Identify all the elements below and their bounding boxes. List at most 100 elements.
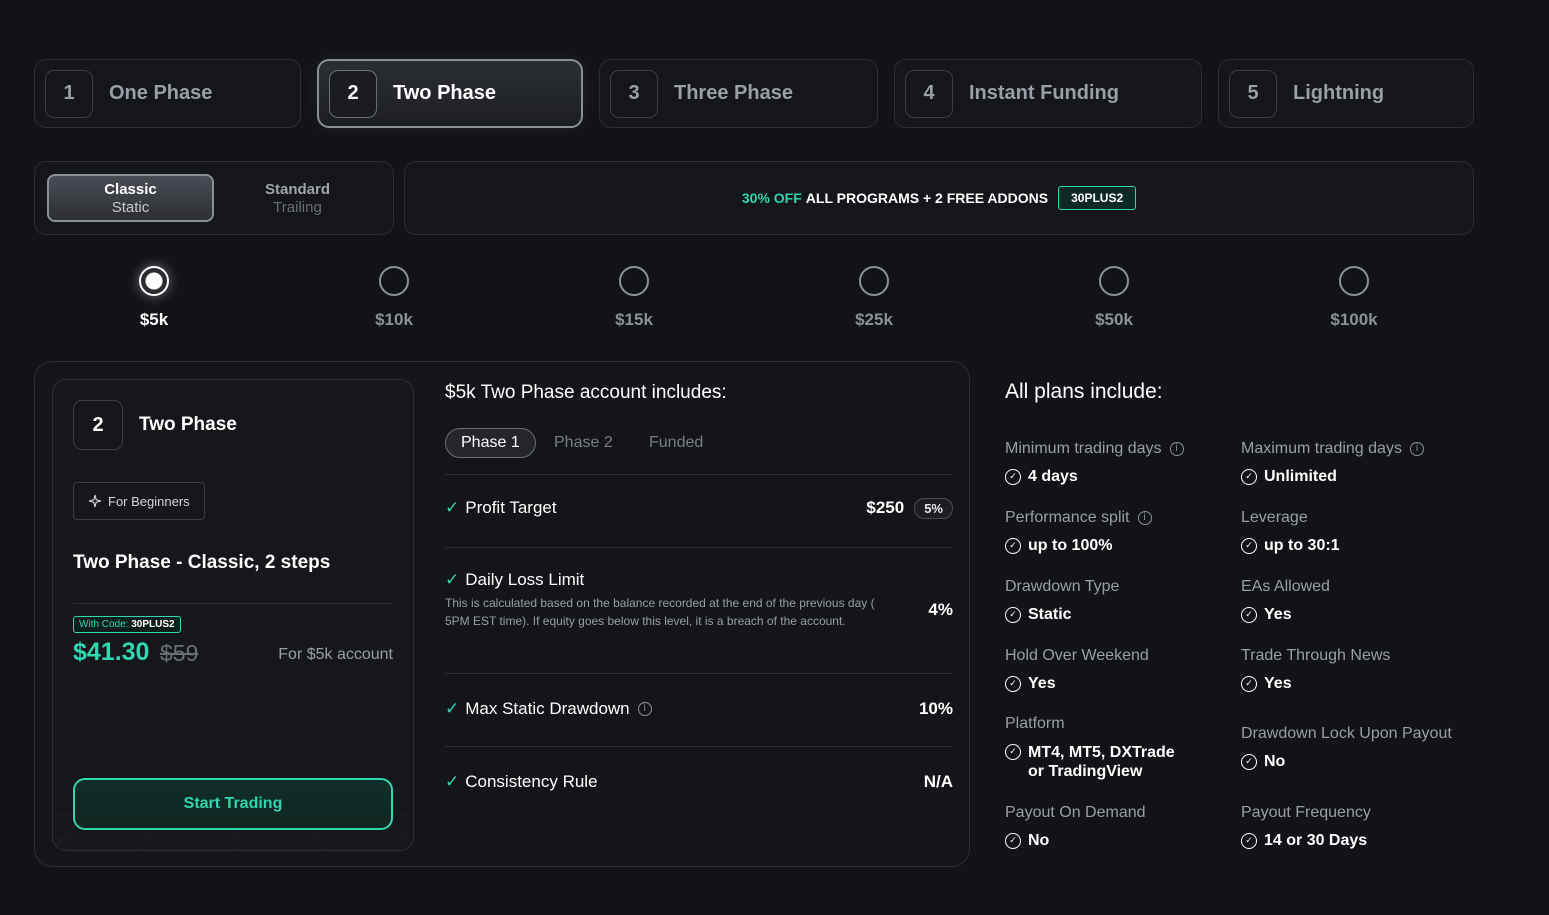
feature-value: 4 days: [1028, 468, 1078, 485]
rule-daily-loss-limit: ✓ Daily Loss Limit This is calculated bas…: [445, 570, 953, 630]
account-type-toggle: Classic Static Standard Trailing: [34, 161, 394, 235]
radio-icon: [1099, 266, 1129, 296]
program-number: 5: [1229, 69, 1277, 118]
feature-min-trading-days: Minimum trading days i ✓ 4 days: [1005, 440, 1184, 486]
feature-value: No: [1264, 753, 1286, 770]
feature-label: Platform: [1005, 715, 1065, 732]
radio-icon: [619, 266, 649, 296]
rule-max-static-drawdown: ✓ Max Static Drawdown i 10%: [445, 699, 953, 719]
with-code-tag: With Code: 30PLUS2: [73, 616, 181, 633]
rule-value: $250: [866, 498, 905, 517]
divider: [445, 746, 953, 747]
with-code-value: 30PLUS2: [131, 619, 175, 630]
program-number: 2: [329, 69, 377, 118]
size-label: $5k: [139, 310, 169, 329]
check-circle-icon: ✓: [1005, 744, 1021, 760]
size-option-25k[interactable]: $25k: [829, 266, 919, 330]
feature-performance-split: Performance split i ✓ up to 100%: [1005, 509, 1152, 555]
rule-label: Consistency Rule: [465, 772, 598, 791]
rule-value: 10%: [918, 699, 953, 718]
sparkle-icon: [88, 494, 102, 508]
all-plans-title: All plans include:: [1005, 380, 1163, 403]
account-type-sub: Static: [111, 198, 150, 216]
size-option-50k[interactable]: $50k: [1069, 266, 1159, 330]
feature-value: Yes: [1264, 606, 1292, 623]
size-option-10k[interactable]: $10k: [349, 266, 439, 330]
start-trading-button[interactable]: Start Trading: [73, 778, 393, 830]
promo-banner: 30% OFF ALL PROGRAMS + 2 FREE ADDONS 30P…: [404, 161, 1474, 235]
program-tab-two-phase[interactable]: 2 Two Phase: [317, 59, 583, 128]
with-code-label: With Code:: [79, 619, 129, 630]
program-tab-instant-funding[interactable]: 4 Instant Funding: [894, 59, 1202, 128]
tab-phase-1[interactable]: Phase 1: [445, 428, 536, 458]
check-circle-icon: ✓: [1005, 676, 1021, 692]
size-label: $50k: [1095, 310, 1133, 329]
info-icon[interactable]: i: [1409, 442, 1424, 456]
size-label: $15k: [615, 310, 653, 329]
account-type-classic[interactable]: Classic Static: [47, 174, 214, 222]
program-label: One Phase: [109, 82, 213, 104]
info-icon[interactable]: i: [637, 702, 652, 716]
feature-hold-over-weekend: Hold Over Weekend ✓ Yes: [1005, 647, 1149, 693]
rule-consistency: ✓ Consistency Rule N/A: [445, 772, 953, 792]
tab-funded[interactable]: Funded: [634, 428, 718, 458]
size-option-5k[interactable]: $5k: [109, 266, 199, 330]
check-icon: ✓: [445, 772, 460, 791]
rule-label: Daily Loss Limit: [465, 570, 585, 589]
feature-drawdown-type: Drawdown Type ✓ Static: [1005, 578, 1119, 624]
divider: [73, 603, 393, 604]
size-option-15k[interactable]: $15k: [589, 266, 679, 330]
radio-icon: [1339, 266, 1369, 296]
percent-badge: 5%: [914, 498, 953, 519]
card-title: Two Phase: [139, 414, 237, 435]
feature-label: Hold Over Weekend: [1005, 647, 1149, 664]
size-option-100k[interactable]: $100k: [1309, 266, 1399, 330]
tab-phase-2[interactable]: Phase 2: [539, 428, 628, 458]
rule-label: Max Static Drawdown: [465, 699, 630, 718]
size-label: $25k: [855, 310, 893, 329]
feature-eas-allowed: EAs Allowed ✓ Yes: [1241, 578, 1330, 624]
feature-label: Minimum trading days: [1005, 440, 1162, 457]
promo-code[interactable]: 30PLUS2: [1058, 186, 1137, 210]
divider: [445, 474, 953, 475]
check-circle-icon: ✓: [1241, 607, 1257, 623]
program-tab-one-phase[interactable]: 1 One Phase: [34, 59, 301, 128]
radio-icon: [859, 266, 889, 296]
radio-icon: [139, 266, 169, 296]
feature-value: Yes: [1264, 675, 1292, 692]
includes-title: $5k Two Phase account includes:: [445, 382, 727, 403]
card-subtitle: Two Phase - Classic, 2 steps: [73, 552, 331, 573]
info-icon[interactable]: i: [1137, 511, 1152, 525]
program-tab-lightning[interactable]: 5 Lightning: [1218, 59, 1474, 128]
feature-leverage: Leverage ✓ up to 30:1: [1241, 509, 1340, 555]
feature-label: Payout On Demand: [1005, 804, 1146, 821]
original-price: $59: [160, 640, 199, 666]
promo-discount: 30% OFF: [741, 190, 802, 206]
feature-label: Performance split: [1005, 509, 1130, 526]
feature-max-trading-days: Maximum trading days i ✓ Unlimited: [1241, 440, 1424, 486]
check-circle-icon: ✓: [1005, 538, 1021, 554]
price-account-note: For $5k account: [278, 646, 393, 663]
account-type-title: Standard: [264, 180, 330, 198]
program-number: 1: [45, 69, 93, 118]
program-label: Instant Funding: [969, 82, 1119, 104]
feature-value-line2: or TradingView: [1028, 763, 1143, 780]
check-circle-icon: ✓: [1241, 676, 1257, 692]
check-icon: ✓: [445, 498, 460, 517]
feature-value: up to 100%: [1028, 537, 1113, 554]
beginner-badge: For Beginners: [73, 482, 205, 520]
program-label: Three Phase: [674, 82, 793, 104]
program-label: Two Phase: [393, 82, 496, 104]
feature-value: Static: [1028, 606, 1072, 623]
plan-details-panel: 2 Two Phase For Beginners Two Phase - Cl…: [34, 361, 970, 867]
info-icon[interactable]: i: [1169, 442, 1184, 456]
account-type-standard[interactable]: Standard Trailing: [214, 174, 381, 222]
feature-label: Trade Through News: [1241, 647, 1391, 664]
rule-profit-target: ✓ Profit Target $250 5%: [445, 498, 953, 519]
program-tab-three-phase[interactable]: 3 Three Phase: [599, 59, 878, 128]
feature-payout-on-demand: Payout On Demand ✓ No: [1005, 804, 1146, 850]
feature-value: Unlimited: [1264, 468, 1337, 485]
check-circle-icon: ✓: [1241, 538, 1257, 554]
feature-label: Leverage: [1241, 509, 1308, 526]
feature-label: Drawdown Type: [1005, 578, 1120, 595]
